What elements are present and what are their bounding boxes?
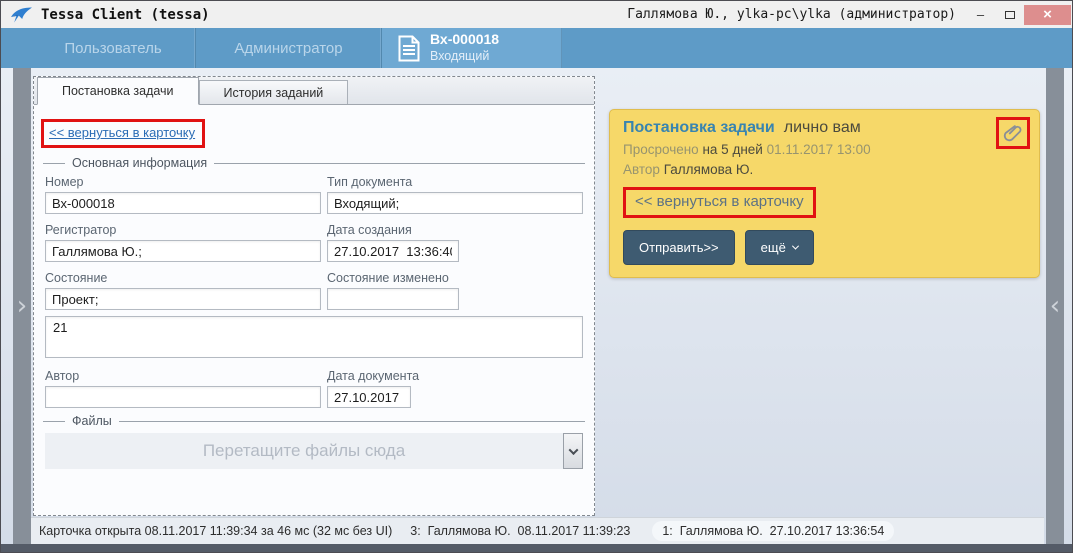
panel-body: << вернуться в карточку Основная информа…: [34, 105, 594, 515]
created-date-field[interactable]: [327, 240, 459, 262]
more-button[interactable]: ещё: [745, 230, 814, 265]
registrar-field[interactable]: [45, 240, 321, 262]
number-field[interactable]: [45, 192, 321, 214]
file-dropzone[interactable]: Перетащите файлы сюда: [45, 433, 563, 469]
status-item-3: 3: Галлямова Ю. 08.11.2017 11:39:23: [410, 524, 630, 538]
tab-user[interactable]: Пользователь: [31, 28, 196, 68]
close-button[interactable]: ×: [1024, 5, 1071, 25]
overdue-value: на 5 дней: [702, 142, 762, 157]
maximize-button[interactable]: [995, 5, 1024, 25]
task-assignee: лично вам: [784, 119, 861, 136]
window-title: Tessa Client (tessa): [41, 7, 210, 23]
field-label-state-changed: Состояние изменено: [327, 271, 583, 285]
maximize-icon: [1005, 11, 1015, 19]
tessa-logo-icon: [9, 6, 33, 24]
status-card-opened: Карточка открыта 08.11.2017 11:39:34 за …: [39, 524, 392, 538]
chevron-down-icon: [568, 445, 578, 455]
main-tab-bar: Пользователь Администратор Вх-000018 Вхо…: [1, 28, 1072, 68]
main-info-section-title: Основная информация: [43, 156, 585, 170]
tab-administrator[interactable]: Администратор: [196, 28, 382, 68]
subject-field[interactable]: 21: [45, 316, 583, 358]
field-label-created-date: Дата создания: [327, 223, 583, 237]
document-icon: [398, 35, 420, 62]
more-button-label: ещё: [761, 240, 786, 255]
current-user-info: Галлямова Ю., ylka-pc\ylka (администрато…: [627, 7, 956, 22]
chevron-left-icon: ‹: [1050, 291, 1060, 321]
task-panel: Постановка задачи История заданий << вер…: [33, 76, 595, 516]
overdue-label: Просрочено: [623, 142, 699, 157]
author-field[interactable]: [45, 386, 321, 408]
window-bottom-edge: [1, 544, 1072, 552]
state-changed-field[interactable]: [327, 288, 459, 310]
right-panel-expander[interactable]: ‹: [1046, 68, 1064, 544]
tab-task-history[interactable]: История заданий: [199, 80, 349, 104]
field-label-author: Автор: [45, 369, 321, 383]
panel-tab-row: Постановка задачи История заданий: [34, 77, 594, 105]
files-section: Файлы Перетащите файлы сюда: [43, 414, 585, 469]
card-return-link[interactable]: << вернуться в карточку: [635, 193, 804, 210]
minimize-button[interactable]: –: [966, 5, 995, 25]
field-label-doc-type: Тип документа: [327, 175, 583, 189]
status-bar: Карточка открыта 08.11.2017 11:39:34 за …: [31, 517, 1044, 544]
annotation-box-paperclip: [996, 117, 1030, 149]
doc-type-field[interactable]: [327, 192, 583, 214]
main-area: › Постановка задачи История заданий << в…: [1, 68, 1072, 544]
field-label-doc-date: Дата документа: [327, 369, 583, 383]
author-label: Автор: [623, 162, 660, 177]
task-card-title: Постановка задачи: [623, 119, 775, 136]
task-deadline: 01.11.2017 13:00: [767, 142, 871, 157]
send-button[interactable]: Отправить>>: [623, 230, 735, 265]
files-dropdown-button[interactable]: [563, 433, 583, 469]
state-field[interactable]: [45, 288, 321, 310]
status-item-1: 1: Галлямова Ю. 27.10.2017 13:36:54: [652, 521, 894, 541]
title-bar: Tessa Client (tessa) Галлямова Ю., ylka-…: [1, 1, 1072, 28]
main-info-section: Основная информация Номер Тип документа: [43, 156, 585, 408]
tab-task-setup[interactable]: Постановка задачи: [37, 77, 199, 105]
document-tab-number: Вх-000018: [430, 31, 499, 49]
chevron-right-icon: ›: [17, 291, 27, 321]
chevron-down-icon: [792, 243, 799, 250]
files-section-title: Файлы: [43, 414, 585, 428]
task-author: Галлямова Ю.: [664, 162, 754, 177]
field-label-registrar: Регистратор: [45, 223, 321, 237]
return-to-card-link[interactable]: << вернуться в карточку: [49, 125, 195, 140]
app-window: Tessa Client (tessa) Галлямова Ю., ylka-…: [0, 0, 1073, 553]
field-label-state: Состояние: [45, 271, 321, 285]
left-panel-expander[interactable]: ›: [13, 68, 31, 544]
paperclip-icon[interactable]: [1002, 122, 1024, 144]
annotation-box-card-link: << вернуться в карточку: [623, 187, 816, 218]
tab-document-active[interactable]: Вх-000018 Входящий: [382, 28, 562, 68]
field-label-number: Номер: [45, 175, 321, 189]
task-card: Постановка задачи лично вам Просрочено на…: [609, 109, 1040, 278]
document-tab-subtitle: Входящий: [430, 49, 499, 65]
doc-date-field[interactable]: [327, 386, 411, 408]
annotation-box-back-link: << вернуться в карточку: [41, 119, 205, 148]
